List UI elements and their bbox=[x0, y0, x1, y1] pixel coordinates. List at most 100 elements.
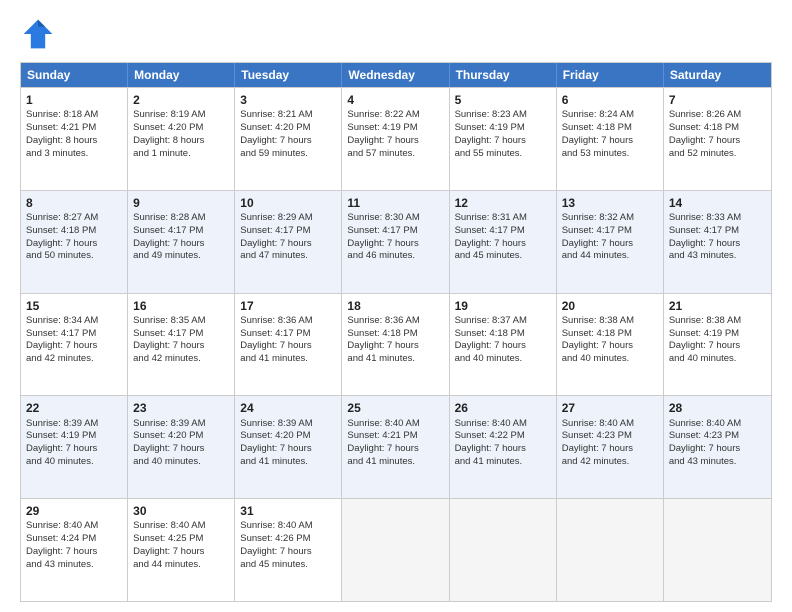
day-info-line: Sunrise: 8:29 AM bbox=[240, 212, 336, 225]
day-cell-31: 31Sunrise: 8:40 AMSunset: 4:26 PMDayligh… bbox=[235, 499, 342, 601]
day-cell-20: 20Sunrise: 8:38 AMSunset: 4:18 PMDayligh… bbox=[557, 294, 664, 396]
day-number: 29 bbox=[26, 503, 122, 519]
day-cell-18: 18Sunrise: 8:36 AMSunset: 4:18 PMDayligh… bbox=[342, 294, 449, 396]
day-number: 27 bbox=[562, 400, 658, 416]
day-info-line: and 43 minutes. bbox=[669, 250, 766, 263]
day-number: 10 bbox=[240, 195, 336, 211]
day-info-line: Daylight: 7 hours bbox=[240, 238, 336, 251]
day-info-line: Sunrise: 8:23 AM bbox=[455, 109, 551, 122]
day-number: 8 bbox=[26, 195, 122, 211]
day-info-line: Sunset: 4:25 PM bbox=[133, 533, 229, 546]
day-number: 24 bbox=[240, 400, 336, 416]
header-cell-thursday: Thursday bbox=[450, 63, 557, 87]
day-number: 11 bbox=[347, 195, 443, 211]
day-cell-19: 19Sunrise: 8:37 AMSunset: 4:18 PMDayligh… bbox=[450, 294, 557, 396]
day-info-line: and 42 minutes. bbox=[26, 353, 122, 366]
day-info-line: Daylight: 7 hours bbox=[562, 135, 658, 148]
day-number: 20 bbox=[562, 298, 658, 314]
day-number: 2 bbox=[133, 92, 229, 108]
header bbox=[20, 16, 772, 52]
day-cell-6: 6Sunrise: 8:24 AMSunset: 4:18 PMDaylight… bbox=[557, 88, 664, 190]
day-info-line: and 55 minutes. bbox=[455, 148, 551, 161]
day-cell-30: 30Sunrise: 8:40 AMSunset: 4:25 PMDayligh… bbox=[128, 499, 235, 601]
day-info-line: Daylight: 7 hours bbox=[26, 340, 122, 353]
day-cell-1: 1Sunrise: 8:18 AMSunset: 4:21 PMDaylight… bbox=[21, 88, 128, 190]
day-cell-22: 22Sunrise: 8:39 AMSunset: 4:19 PMDayligh… bbox=[21, 396, 128, 498]
day-info-line: Sunset: 4:20 PM bbox=[133, 122, 229, 135]
logo bbox=[20, 16, 60, 52]
day-number: 6 bbox=[562, 92, 658, 108]
day-info-line: Sunset: 4:17 PM bbox=[669, 225, 766, 238]
day-info-line: Sunrise: 8:33 AM bbox=[669, 212, 766, 225]
day-info-line: Daylight: 7 hours bbox=[133, 238, 229, 251]
header-cell-saturday: Saturday bbox=[664, 63, 771, 87]
day-info-line: Sunrise: 8:32 AM bbox=[562, 212, 658, 225]
day-cell-3: 3Sunrise: 8:21 AMSunset: 4:20 PMDaylight… bbox=[235, 88, 342, 190]
day-info-line: Sunset: 4:19 PM bbox=[26, 430, 122, 443]
header-cell-tuesday: Tuesday bbox=[235, 63, 342, 87]
day-info-line: and 46 minutes. bbox=[347, 250, 443, 263]
day-info-line: and 40 minutes. bbox=[133, 456, 229, 469]
day-info-line: Sunset: 4:17 PM bbox=[26, 328, 122, 341]
empty-cell bbox=[342, 499, 449, 601]
day-info-line: Sunset: 4:20 PM bbox=[240, 430, 336, 443]
day-info-line: Sunset: 4:19 PM bbox=[455, 122, 551, 135]
day-info-line: Sunset: 4:23 PM bbox=[562, 430, 658, 443]
day-info-line: Sunrise: 8:39 AM bbox=[26, 418, 122, 431]
day-info-line: and 1 minute. bbox=[133, 148, 229, 161]
day-number: 12 bbox=[455, 195, 551, 211]
day-info-line: and 50 minutes. bbox=[26, 250, 122, 263]
day-info-line: Daylight: 7 hours bbox=[562, 443, 658, 456]
day-info-line: Sunset: 4:20 PM bbox=[240, 122, 336, 135]
empty-cell bbox=[557, 499, 664, 601]
day-info-line: Sunrise: 8:37 AM bbox=[455, 315, 551, 328]
day-info-line: Sunset: 4:17 PM bbox=[240, 225, 336, 238]
day-cell-10: 10Sunrise: 8:29 AMSunset: 4:17 PMDayligh… bbox=[235, 191, 342, 293]
day-info-line: Daylight: 8 hours bbox=[133, 135, 229, 148]
day-info-line: Sunrise: 8:38 AM bbox=[562, 315, 658, 328]
empty-cell bbox=[450, 499, 557, 601]
day-info-line: and 53 minutes. bbox=[562, 148, 658, 161]
day-info-line: Sunrise: 8:30 AM bbox=[347, 212, 443, 225]
day-cell-8: 8Sunrise: 8:27 AMSunset: 4:18 PMDaylight… bbox=[21, 191, 128, 293]
day-number: 17 bbox=[240, 298, 336, 314]
day-info-line: Sunrise: 8:19 AM bbox=[133, 109, 229, 122]
day-info-line: Sunset: 4:17 PM bbox=[347, 225, 443, 238]
day-cell-12: 12Sunrise: 8:31 AMSunset: 4:17 PMDayligh… bbox=[450, 191, 557, 293]
day-info-line: and 41 minutes. bbox=[240, 353, 336, 366]
day-cell-14: 14Sunrise: 8:33 AMSunset: 4:17 PMDayligh… bbox=[664, 191, 771, 293]
day-info-line: Daylight: 7 hours bbox=[562, 238, 658, 251]
day-info-line: Sunset: 4:19 PM bbox=[669, 328, 766, 341]
day-info-line: and 45 minutes. bbox=[455, 250, 551, 263]
day-info-line: Daylight: 7 hours bbox=[669, 443, 766, 456]
day-info-line: and 42 minutes. bbox=[133, 353, 229, 366]
day-info-line: Sunset: 4:17 PM bbox=[562, 225, 658, 238]
day-info-line: Daylight: 7 hours bbox=[562, 340, 658, 353]
day-info-line: and 41 minutes. bbox=[347, 456, 443, 469]
day-info-line: and 40 minutes. bbox=[562, 353, 658, 366]
calendar-row-0: 1Sunrise: 8:18 AMSunset: 4:21 PMDaylight… bbox=[21, 87, 771, 190]
day-info-line: Daylight: 7 hours bbox=[347, 238, 443, 251]
day-number: 30 bbox=[133, 503, 229, 519]
calendar-body: 1Sunrise: 8:18 AMSunset: 4:21 PMDaylight… bbox=[21, 87, 771, 601]
day-info-line: Sunset: 4:26 PM bbox=[240, 533, 336, 546]
day-info-line: Sunrise: 8:21 AM bbox=[240, 109, 336, 122]
day-cell-9: 9Sunrise: 8:28 AMSunset: 4:17 PMDaylight… bbox=[128, 191, 235, 293]
day-info-line: Sunset: 4:23 PM bbox=[669, 430, 766, 443]
day-cell-26: 26Sunrise: 8:40 AMSunset: 4:22 PMDayligh… bbox=[450, 396, 557, 498]
day-info-line: and 44 minutes. bbox=[562, 250, 658, 263]
day-info-line: Sunrise: 8:39 AM bbox=[133, 418, 229, 431]
day-info-line: Sunset: 4:17 PM bbox=[455, 225, 551, 238]
day-info-line: Sunrise: 8:31 AM bbox=[455, 212, 551, 225]
day-cell-23: 23Sunrise: 8:39 AMSunset: 4:20 PMDayligh… bbox=[128, 396, 235, 498]
day-number: 21 bbox=[669, 298, 766, 314]
day-info-line: Sunrise: 8:40 AM bbox=[240, 520, 336, 533]
day-number: 26 bbox=[455, 400, 551, 416]
day-info-line: Sunset: 4:24 PM bbox=[26, 533, 122, 546]
day-cell-17: 17Sunrise: 8:36 AMSunset: 4:17 PMDayligh… bbox=[235, 294, 342, 396]
day-info-line: Daylight: 7 hours bbox=[240, 443, 336, 456]
day-info-line: Sunset: 4:17 PM bbox=[133, 328, 229, 341]
day-number: 9 bbox=[133, 195, 229, 211]
day-info-line: Daylight: 7 hours bbox=[240, 546, 336, 559]
day-info-line: Daylight: 7 hours bbox=[26, 238, 122, 251]
